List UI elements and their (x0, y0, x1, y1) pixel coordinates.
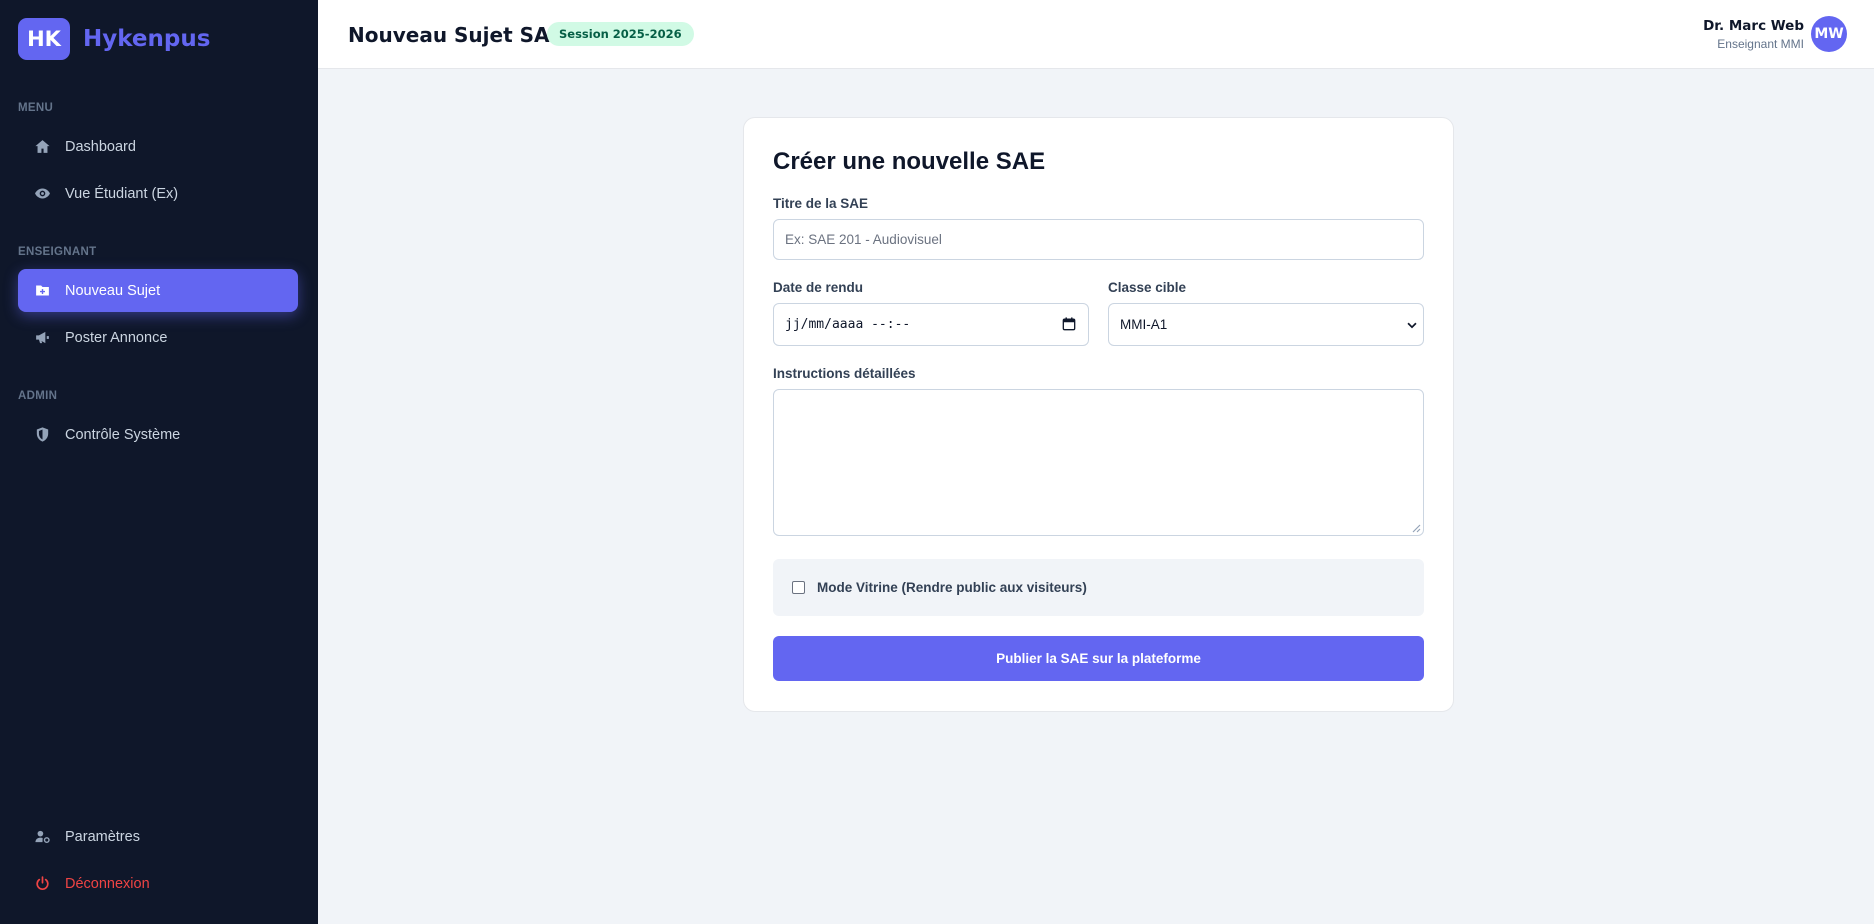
sidebar-item-deconnexion[interactable]: Déconnexion (18, 862, 298, 905)
sidebar-item-label: Poster Annonce (65, 329, 168, 346)
home-icon (33, 138, 51, 156)
brand[interactable]: HK Hykenpus (18, 18, 210, 60)
sidebar-item-label: Dashboard (65, 138, 136, 155)
titre-placeholder: Ex: SAE 201 - Audiovisuel (785, 232, 942, 247)
section-label-enseignant: ENSEIGNANT (18, 246, 97, 258)
calendar-icon[interactable] (1062, 317, 1076, 331)
titre-input[interactable]: Ex: SAE 201 - Audiovisuel (773, 219, 1424, 260)
eye-icon (33, 185, 51, 203)
classe-selected-value: MMI-A1 (1120, 317, 1168, 332)
date-placeholder: jj/mm/aaaa --:-- (785, 317, 911, 332)
new-sae-form-card: Créer une nouvelle SAE Titre de la SAE E… (743, 117, 1454, 712)
folder-plus-icon (33, 282, 51, 300)
avatar[interactable]: MW (1811, 16, 1847, 52)
sidebar-item-controle-systeme[interactable]: Contrôle Système (18, 413, 298, 456)
sidebar-item-vue-etudiant[interactable]: Vue Étudiant (Ex) (18, 172, 298, 215)
user-cog-icon (33, 828, 51, 846)
sidebar-item-label: Contrôle Système (65, 426, 181, 443)
instructions-label: Instructions détaillées (773, 366, 916, 381)
user-role: Enseignant MMI (1717, 37, 1804, 51)
user-name: Dr. Marc Web (1703, 18, 1804, 34)
megaphone-icon (33, 329, 51, 347)
sidebar-item-dashboard[interactable]: Dashboard (18, 125, 298, 168)
vitrine-checkbox[interactable] (792, 581, 805, 594)
vitrine-label[interactable]: Mode Vitrine (Rendre public aux visiteur… (817, 580, 1087, 595)
user-info[interactable]: Dr. Marc Web Enseignant MMI (1703, 18, 1804, 51)
vitrine-option: Mode Vitrine (Rendre public aux visiteur… (773, 559, 1424, 616)
publish-button[interactable]: Publier la SAE sur la plateforme (773, 636, 1424, 681)
shield-icon (33, 426, 51, 444)
session-badge: Session 2025-2026 (547, 22, 694, 46)
sidebar-item-label: Vue Étudiant (Ex) (65, 185, 179, 202)
date-label: Date de rendu (773, 280, 864, 295)
sidebar-item-label: Déconnexion (65, 875, 150, 892)
power-icon (33, 875, 51, 893)
sidebar: HK Hykenpus MENU Dashboard Vue Étudiant … (0, 0, 318, 924)
section-label-admin: ADMIN (18, 390, 58, 402)
instructions-textarea[interactable] (773, 389, 1424, 536)
sidebar-item-nouveau-sujet[interactable]: Nouveau Sujet (18, 269, 298, 312)
sidebar-item-label: Nouveau Sujet (65, 282, 161, 299)
date-input[interactable]: jj/mm/aaaa --:-- (773, 303, 1089, 346)
brand-name: Hykenpus (83, 26, 211, 52)
page-title: Nouveau Sujet SAE (348, 23, 564, 47)
section-label-menu: MENU (18, 102, 54, 114)
sidebar-item-label: Paramètres (65, 828, 140, 845)
sidebar-item-poster-annonce[interactable]: Poster Annonce (18, 316, 298, 359)
titre-label: Titre de la SAE (773, 196, 869, 211)
sidebar-item-parametres[interactable]: Paramètres (18, 815, 298, 858)
classe-label: Classe cible (1108, 280, 1187, 295)
form-title: Créer une nouvelle SAE (773, 148, 1046, 175)
brand-logo: HK (18, 18, 70, 60)
chevron-down-icon (1407, 322, 1417, 328)
resize-grip-icon[interactable] (1411, 523, 1421, 533)
classe-select[interactable]: MMI-A1 (1108, 303, 1424, 346)
top-header: Nouveau Sujet SAE Session 2025-2026 Dr. … (318, 0, 1874, 69)
